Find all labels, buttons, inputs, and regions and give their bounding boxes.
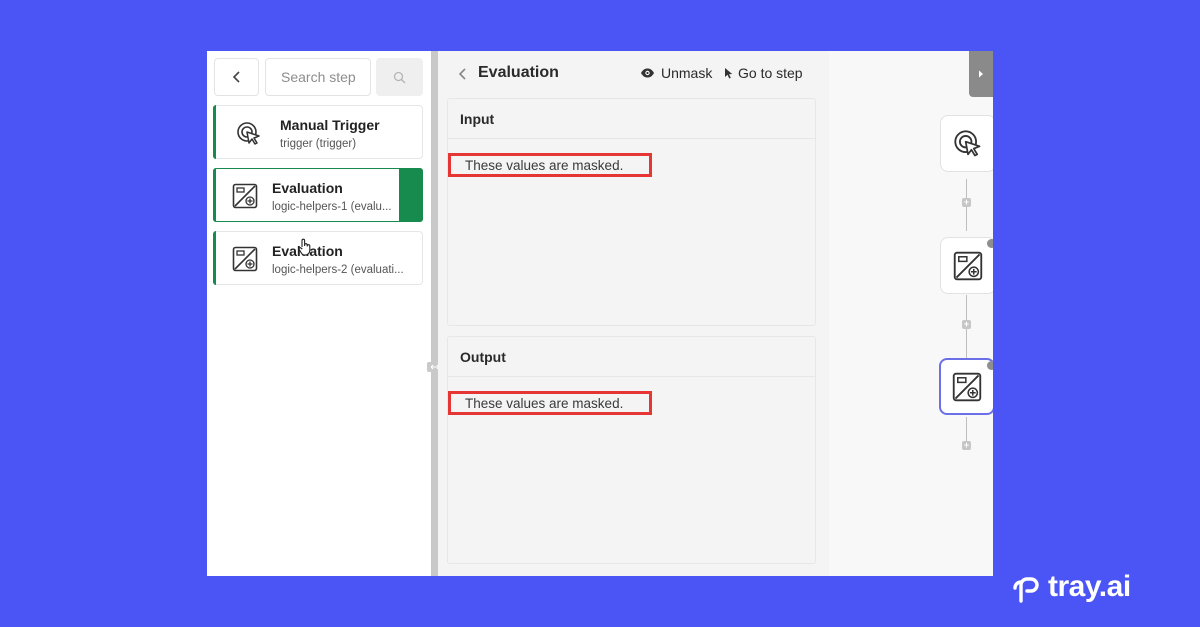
chevron-left-icon[interactable]: [458, 68, 467, 80]
workflow-node-evaluation-1[interactable]: [940, 237, 993, 294]
search-step-input[interactable]: [265, 58, 371, 96]
step-item-evaluation-1[interactable]: Evaluation logic-helpers-1 (evalu...: [213, 168, 423, 222]
step-item-manual-trigger[interactable]: Manual Trigger trigger (trigger): [213, 105, 423, 159]
step-item-evaluation-2[interactable]: Evaluation logic-helpers-2 (evaluati...: [213, 231, 423, 285]
canvas-toggle-button[interactable]: [969, 51, 993, 97]
step-inspector: Evaluation Unmask Go to step Input These…: [438, 51, 829, 576]
steps-panel: Manual Trigger trigger (trigger) Evaluat…: [207, 51, 431, 576]
cursor-click-icon: [237, 122, 260, 145]
unmask-button[interactable]: Unmask: [640, 65, 712, 81]
workflow-node-evaluation-2[interactable]: [939, 358, 993, 415]
evaluation-icon: [232, 183, 258, 209]
evaluation-icon: [952, 372, 982, 401]
unmask-label: Unmask: [661, 65, 713, 81]
step-title: Manual Trigger: [280, 117, 380, 133]
go-to-step-button[interactable]: Go to step: [724, 65, 803, 81]
hand-pointer-icon: [298, 238, 311, 256]
search-button[interactable]: [376, 58, 423, 96]
inspector-header: Evaluation Unmask Go to step: [438, 51, 829, 97]
add-step-plus-icon[interactable]: +: [962, 441, 971, 450]
step-title: Evaluation: [272, 180, 343, 196]
tray-logo-icon: [1013, 577, 1039, 603]
go-to-step-label: Go to step: [738, 65, 803, 81]
input-heading: Input: [448, 99, 815, 139]
shield-badge-icon: [987, 361, 993, 370]
add-step-plus-icon[interactable]: +: [962, 198, 971, 207]
step-accent-bar: [213, 168, 216, 222]
chevron-left-icon: [232, 71, 240, 83]
evaluation-icon: [232, 246, 258, 272]
cursor-arrow-icon: [725, 68, 733, 79]
cursor-click-icon: [954, 129, 981, 156]
step-subtitle: trigger (trigger): [280, 138, 357, 150]
app-window: Manual Trigger trigger (trigger) Evaluat…: [207, 51, 993, 576]
step-accent-bar: [213, 231, 216, 285]
add-step-plus-icon[interactable]: +: [962, 320, 971, 329]
output-section: Output These values are masked.: [447, 336, 816, 564]
workflow-node-trigger[interactable]: [940, 115, 993, 172]
step-accent-bar: [213, 105, 216, 159]
tray-ai-logo: tray.ai: [1012, 570, 1131, 604]
brand-name: tray.ai: [1048, 570, 1131, 603]
evaluation-icon: [953, 251, 983, 280]
shield-badge-icon: [987, 239, 993, 248]
inspector-title: Evaluation: [478, 64, 559, 81]
step-subtitle: logic-helpers-2 (evaluati...: [272, 264, 404, 276]
step-subtitle: logic-helpers-1 (evalu...: [272, 201, 392, 213]
selected-indicator: [399, 168, 423, 222]
back-button[interactable]: [214, 58, 259, 96]
input-masked-notice: These values are masked.: [448, 153, 652, 177]
panel-divider[interactable]: [431, 51, 438, 576]
search-icon: [393, 71, 406, 83]
input-section: Input These values are masked.: [447, 98, 816, 326]
output-heading: Output: [448, 337, 815, 377]
output-masked-notice: These values are masked.: [448, 391, 652, 415]
chevron-right-icon: [979, 70, 983, 78]
eye-icon: [641, 68, 654, 78]
